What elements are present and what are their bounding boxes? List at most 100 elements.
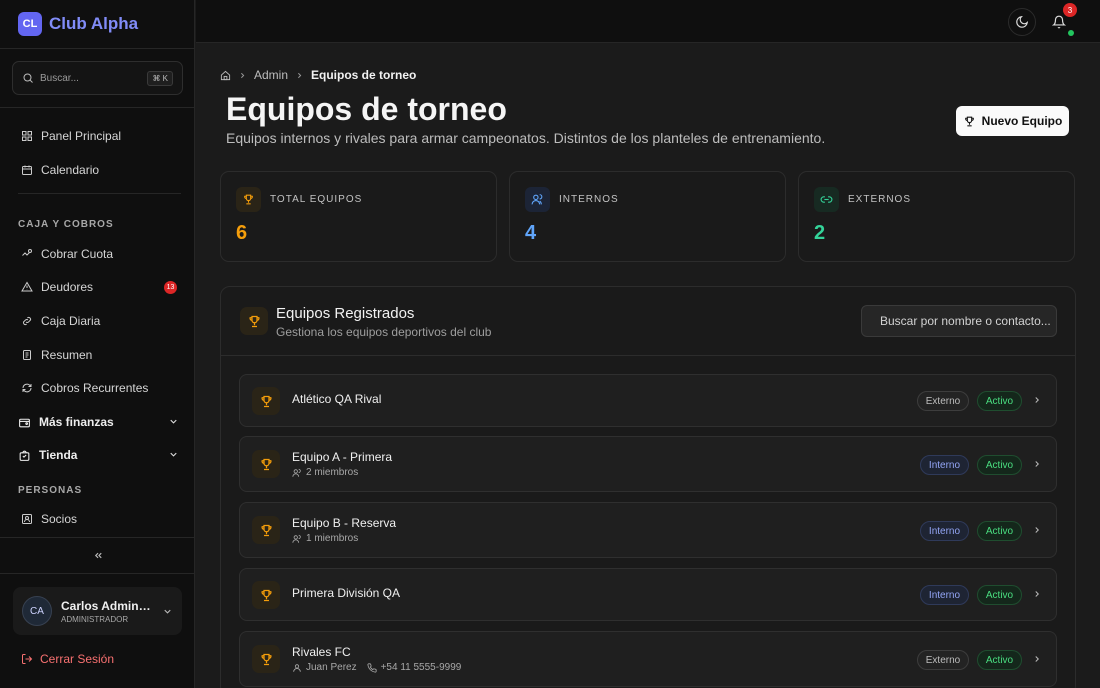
sidebar-item-cobros-recurrentes[interactable]: Cobros Recurrentes	[12, 374, 183, 402]
sidebar-item-label: Cobrar Cuota	[41, 247, 114, 261]
type-badge: Externo	[917, 391, 969, 411]
team-row[interactable]: Atlético QA Rival Externo Activo	[239, 374, 1057, 427]
notifications-button[interactable]: 3	[1045, 3, 1077, 36]
sidebar-search[interactable]: Buscar... ⌘ K	[12, 61, 183, 95]
team-row[interactable]: Rivales FC Juan Perez +54 11 5555-9999 E…	[239, 631, 1057, 687]
trophy-icon	[240, 307, 268, 335]
chevron-right-icon	[1035, 591, 1039, 597]
sidebar-item-cobrar-cuota[interactable]: Cobrar Cuota	[12, 240, 183, 268]
divider	[0, 573, 195, 574]
wallet-icon	[19, 418, 30, 427]
user-menu[interactable]: CA Carlos Administrador ADMINISTRADOR	[13, 587, 182, 635]
teams-search-input[interactable]: Buscar por nombre o contacto...	[861, 305, 1057, 337]
sidebar-item-label: Resumen	[41, 348, 93, 362]
new-team-button[interactable]: Nuevo Equipo	[956, 106, 1069, 136]
sidebar-item-panel-principal[interactable]: Panel Principal	[12, 122, 183, 150]
user-icon	[293, 663, 301, 672]
id-card-icon	[22, 514, 32, 524]
chevrons-left-icon	[94, 552, 102, 558]
panel-title: Equipos Registrados	[276, 305, 415, 322]
team-name: Equipo A - Primera	[292, 450, 393, 464]
sidebar-item-resumen[interactable]: Resumen	[12, 341, 183, 369]
collapse-sidebar-button[interactable]	[91, 548, 105, 562]
team-row[interactable]: Primera División QA Interno Activo	[239, 568, 1057, 621]
stat-value: 4	[525, 222, 537, 244]
user-role: ADMINISTRADOR	[61, 614, 129, 624]
chevron-right-icon	[1035, 461, 1039, 467]
stat-value: 2	[814, 222, 826, 244]
stat-card-externos: EXTERNOS 2	[798, 171, 1075, 262]
status-badge: Activo	[977, 391, 1022, 411]
brand[interactable]: CL Club Alpha	[18, 12, 138, 36]
section-label-finance: CAJA Y COBROS	[18, 219, 114, 230]
members-count: 2 miembros	[306, 467, 359, 478]
sidebar-item-caja-diaria[interactable]: Caja Diaria	[12, 307, 183, 335]
avatar: CA	[22, 596, 52, 626]
breadcrumb-current: Equipos de torneo	[311, 68, 417, 82]
search-shortcut: ⌘ K	[147, 70, 173, 86]
sidebar: CL Club Alpha Buscar... ⌘ K Panel Princi…	[0, 0, 195, 688]
divider	[18, 193, 181, 194]
divider	[0, 537, 195, 538]
teams-panel: Equipos Registrados Gestiona los equipos…	[220, 286, 1076, 688]
trophy-icon	[252, 581, 280, 609]
sidebar-item-label: Caja Diaria	[41, 314, 101, 328]
sidebar-item-calendario[interactable]: Calendario	[12, 156, 183, 184]
panel-subtitle: Gestiona los equipos deportivos del club	[276, 325, 492, 339]
search-placeholder: Buscar...	[40, 72, 79, 84]
brand-name: Club Alpha	[49, 14, 139, 33]
sidebar-item-label: Deudores	[41, 280, 94, 294]
user-info: Carlos Administrador ADMINISTRADOR	[61, 599, 153, 624]
team-members: 1 miembros	[292, 533, 358, 544]
stat-card-total: TOTAL EQUIPOS 6	[220, 171, 497, 262]
type-badge: Interno	[920, 521, 969, 541]
sidebar-group-mas-finanzas[interactable]: Más finanzas	[12, 408, 183, 436]
status-badge: Activo	[977, 650, 1022, 670]
search-placeholder: Buscar por nombre o contacto...	[880, 314, 1051, 328]
new-team-label: Nuevo Equipo	[981, 114, 1063, 128]
app-root: CL Club Alpha Buscar... ⌘ K Panel Princi…	[0, 0, 1100, 688]
home-icon[interactable]	[220, 70, 231, 81]
page-title: Equipos de torneo	[226, 91, 507, 127]
team-row[interactable]: Equipo A - Primera 2 miembros Interno Ac…	[239, 436, 1057, 492]
type-badge: Externo	[917, 650, 969, 670]
sidebar-item-label: Socios	[41, 512, 78, 526]
theme-toggle-button[interactable]	[1008, 8, 1036, 36]
sidebar-item-deudores[interactable]: Deudores 13	[12, 273, 183, 301]
trophy-icon	[964, 116, 974, 126]
chevron-right-icon	[1035, 656, 1039, 662]
stat-value: 6	[236, 222, 248, 244]
chevron-down-icon	[170, 452, 177, 457]
logout-label: Cerrar Sesión	[40, 652, 115, 666]
contact-name: Juan Perez	[306, 662, 357, 673]
sidebar-group-tienda[interactable]: Tienda	[12, 441, 183, 469]
divider	[0, 107, 195, 108]
trophy-icon	[252, 450, 280, 478]
chevron-right-icon	[241, 72, 245, 78]
users-icon	[525, 187, 550, 212]
stat-label: EXTERNOS	[848, 194, 912, 205]
users-icon	[292, 468, 301, 477]
status-badge: Activo	[977, 455, 1022, 475]
chevron-down-icon	[164, 609, 171, 614]
topbar: 3	[196, 0, 1100, 43]
moon-icon	[1016, 15, 1029, 28]
receipt-icon	[23, 350, 31, 360]
notification-count-badge: 3	[1063, 3, 1077, 17]
breadcrumb: Admin Equipos de torneo	[220, 68, 416, 82]
bell-icon	[1052, 15, 1066, 29]
sidebar-item-socios[interactable]: Socios	[12, 505, 183, 533]
users-icon	[292, 534, 301, 543]
calendar-icon	[22, 165, 32, 175]
trophy-icon	[252, 516, 280, 544]
status-badge: Activo	[977, 521, 1022, 541]
stat-label: TOTAL EQUIPOS	[270, 194, 363, 205]
logout-button[interactable]: Cerrar Sesión	[21, 652, 114, 666]
section-label-people: PERSONAS	[18, 485, 83, 496]
breadcrumb-admin[interactable]: Admin	[254, 68, 288, 82]
wallet-icon	[22, 316, 32, 326]
divider	[0, 48, 195, 49]
team-row[interactable]: Equipo B - Reserva 1 miembros Interno Ac…	[239, 502, 1057, 558]
alert-triangle-icon	[21, 281, 33, 292]
search-icon	[23, 73, 33, 83]
